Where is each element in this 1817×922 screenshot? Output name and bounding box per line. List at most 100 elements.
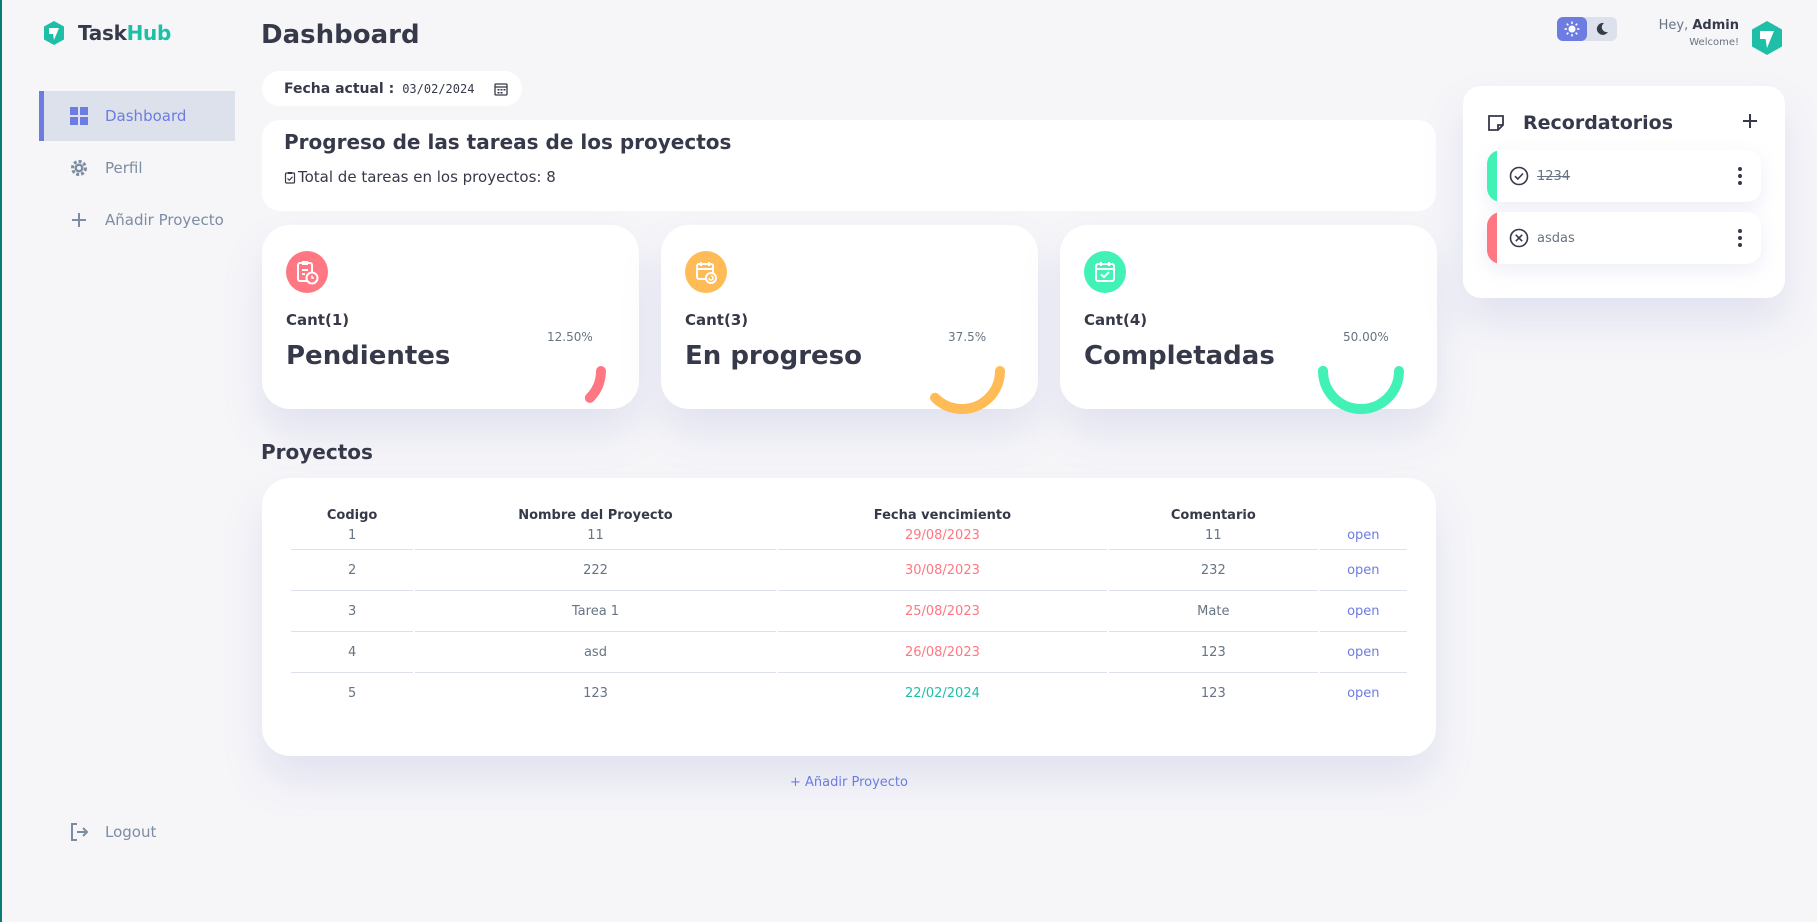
open-project-link[interactable]: open [1319,550,1407,591]
project-code: 2 [291,550,414,591]
projects-title: Proyectos [261,440,373,464]
app-logo[interactable]: TaskHub [42,20,171,46]
logo-icon [44,21,64,45]
user-subtitle: Welcome! [1689,37,1739,48]
avatar[interactable] [1750,20,1784,56]
stat-name: En progreso [685,341,863,371]
reminder-item[interactable]: 1234 [1487,150,1761,202]
user-greeting: Hey, Admin [1643,18,1739,33]
stat-percent: 37.5% [948,330,987,344]
clipboard-check-icon [284,171,296,184]
project-due-date: 29/08/2023 [777,526,1108,550]
stat-card-completed: Cant(4) Completadas 50.00% [1060,225,1437,414]
date-label: Fecha actual : [284,80,395,97]
project-comment: 123 [1109,632,1318,673]
more-vertical-icon[interactable] [1737,166,1743,186]
check-circle-icon[interactable] [1509,166,1529,186]
open-project-link[interactable]: open [1319,632,1407,673]
app-name-part1: Task [78,21,127,45]
sidebar-item-label: Perfil [105,159,143,177]
dark-mode-button[interactable] [1587,17,1617,41]
calendar-refresh-icon [685,251,727,293]
column-header: Codigo [326,507,378,523]
project-code: 3 [291,591,414,632]
table-header-row: Codigo Nombre del Proyecto Fecha vencimi… [291,504,1407,526]
stat-count: Cant(1) [286,311,350,329]
add-project-link[interactable]: + Añadir Proyecto [261,775,1437,790]
stat-card-in-progress: Cant(3) En progreso 37.5% [661,225,1038,414]
progress-title: Progreso de las tareas de los proyectos [284,130,732,154]
stat-count: Cant(4) [1084,311,1148,329]
table-row: 3 Tarea 1 25/08/2023 Mate open [291,591,1407,632]
project-name: Tarea 1 [415,591,776,632]
table-row: 1 11 29/08/2023 11 open [291,526,1407,550]
progress-arc [919,328,1005,414]
sidebar-item-add-project[interactable]: Añadir Proyecto [39,195,235,245]
project-code: 1 [291,526,414,550]
light-mode-button[interactable] [1557,17,1587,41]
project-name: 11 [415,526,776,550]
user-name: Admin [1692,18,1739,33]
date-input[interactable]: 03/02/2024 [402,82,474,96]
calendar-icon[interactable] [494,82,509,96]
progress-arc [1318,328,1404,414]
open-project-link[interactable]: open [1320,673,1407,714]
table-row: 2 222 30/08/2023 232 open [291,550,1407,591]
project-comment: Mate [1109,591,1318,632]
open-project-link[interactable]: open [1319,591,1407,632]
app-name: TaskHub [78,21,171,45]
project-name: asd [415,632,776,673]
reminders-header: Recordatorios [1487,112,1673,134]
greeting-text: Hey, [1658,18,1689,33]
sidebar-item-perfil[interactable]: Perfil [39,143,235,193]
calendar-check-icon [1084,251,1126,293]
moon-icon [1596,22,1608,35]
stat-name: Pendientes [286,341,451,371]
project-due-date: 25/08/2023 [777,591,1108,632]
project-due-date: 30/08/2023 [777,550,1108,591]
column-header: Fecha vencimiento [873,507,1012,523]
progress-summary-card: Progreso de las tareas de los proyectos … [262,120,1436,211]
logout-label: Logout [105,823,157,841]
project-name: 123 [583,686,608,701]
table-row: 5 123 22/02/2024 123 open [291,673,1407,714]
sidebar-item-dashboard[interactable]: Dashboard [39,91,235,141]
project-due-date: 22/02/2024 [904,686,980,701]
stat-percent: 12.50% [547,330,593,344]
add-reminder-button[interactable] [1741,112,1759,130]
project-code: 4 [291,632,414,673]
app-name-part2: Hub [126,21,172,45]
current-date: Fecha actual : 03/02/2024 [262,71,522,106]
stat-name: Completadas [1084,341,1275,371]
reminders-title: Recordatorios [1523,112,1674,134]
reminder-text: 1234 [1537,168,1571,184]
grid-icon [69,106,89,126]
column-header: Comentario [1170,507,1256,523]
sidebar: TaskHub Dashboard Perfil Añadir Proyecto… [2,0,242,922]
x-circle-icon[interactable] [1509,228,1529,248]
open-project-link[interactable]: open [1319,526,1407,550]
reminder-item[interactable]: asdas [1487,212,1761,264]
progress-arc [520,328,606,414]
theme-toggle[interactable] [1557,17,1617,41]
stat-percent: 50.00% [1343,330,1389,344]
more-vertical-icon[interactable] [1737,228,1743,248]
plus-icon [69,210,89,230]
page-title: Dashboard [261,20,420,50]
clipboard-clock-icon [286,251,328,293]
reminders-panel: Recordatorios 1234 asdas [1463,86,1785,298]
total-tasks: Total de tareas en los proyectos: 8 [284,168,1414,186]
project-comment: 232 [1109,550,1318,591]
user-info: Hey, Admin Welcome! [1643,18,1739,48]
column-header: Nombre del Proyecto [518,507,673,523]
project-comment: 123 [1200,686,1226,701]
reminder-text: asdas [1537,230,1575,246]
project-due-date: 26/08/2023 [777,632,1108,673]
logout-button[interactable]: Logout [69,822,156,842]
sun-icon [1564,21,1580,37]
reminder-status-stripe [1487,150,1497,202]
note-icon [1488,115,1504,131]
column-header [1320,504,1407,526]
projects-table-card: Codigo Nombre del Proyecto Fecha vencimi… [262,478,1436,756]
stat-card-pending: Cant(1) Pendientes 12.50% [262,225,639,414]
